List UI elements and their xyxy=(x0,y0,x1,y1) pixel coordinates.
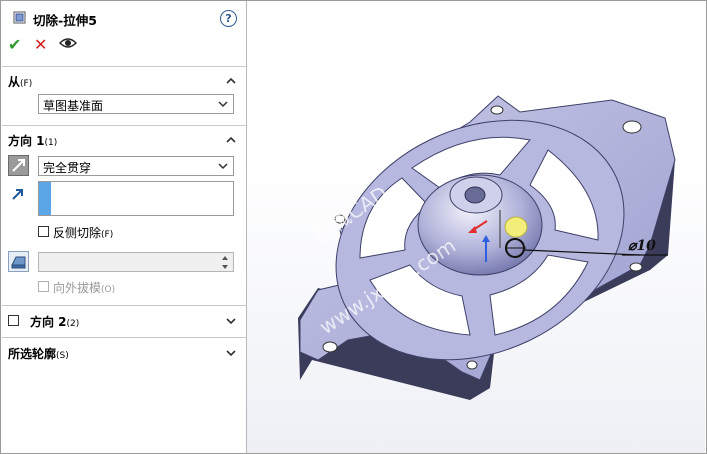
from-select[interactable]: 草图基准面 xyxy=(38,94,234,114)
draft-outward-checkbox[interactable] xyxy=(38,281,49,292)
direction2-checkbox[interactable] xyxy=(8,315,19,326)
chevron-up-icon[interactable] xyxy=(225,75,237,87)
bolt-hole xyxy=(622,120,642,134)
from-shortcut: (F) xyxy=(20,79,33,89)
cut-extrude-icon xyxy=(13,11,26,24)
spin-up-icon[interactable] xyxy=(218,254,232,262)
draft-angle-field[interactable] xyxy=(38,252,234,272)
direction2-shortcut: (2) xyxy=(66,319,80,329)
cancel-button[interactable]: ✕ xyxy=(34,35,47,54)
preview-eye-icon[interactable] xyxy=(59,37,77,49)
end-condition-value: 完全贯穿 xyxy=(43,161,92,175)
ok-button[interactable]: ✔ xyxy=(8,35,21,54)
direction-vector-field[interactable] xyxy=(38,181,234,216)
chevron-down-icon xyxy=(218,101,228,108)
draft-icon[interactable] xyxy=(8,251,29,272)
bolt-hole xyxy=(322,341,338,353)
selected-contours-title: 所选轮廓 xyxy=(8,347,57,361)
selected-contours-section-header[interactable]: 所选轮廓(S) xyxy=(8,345,69,362)
chevron-down-icon xyxy=(218,163,228,170)
divider xyxy=(2,125,246,126)
active-selection-bar xyxy=(39,182,51,215)
draft-outward-text: 向外拔模 xyxy=(53,281,102,295)
direction1-section-header[interactable]: 方向 1(1) xyxy=(8,132,57,149)
direction-arrow-icon xyxy=(12,189,23,200)
draft-outward-shortcut: (O) xyxy=(101,285,116,295)
chevron-down-icon[interactable] xyxy=(225,315,237,327)
sketch-preview xyxy=(504,216,528,238)
flip-cut-text: 反侧切除 xyxy=(53,226,102,240)
direction2-title: 方向 2 xyxy=(30,315,67,329)
spin-down-icon[interactable] xyxy=(218,263,232,271)
divider xyxy=(2,305,246,306)
direction1-shortcut: (1) xyxy=(44,138,58,148)
boss-hole xyxy=(464,186,486,204)
reverse-direction-icon[interactable] xyxy=(8,155,29,176)
chevron-down-icon[interactable] xyxy=(225,347,237,359)
draft-outward-label: 向外拔模(O) xyxy=(53,279,115,296)
selected-contours-shortcut: (S) xyxy=(56,351,69,361)
divider xyxy=(2,66,246,67)
feature-title: 切除-拉伸5 xyxy=(33,13,97,28)
dimension-label[interactable]: ⌀10 xyxy=(628,238,656,254)
direction2-section-header[interactable]: 方向 2(2) xyxy=(30,313,79,330)
from-section-header[interactable]: 从(F) xyxy=(8,73,32,90)
chevron-up-icon[interactable] xyxy=(225,134,237,146)
flip-cut-checkbox[interactable] xyxy=(38,226,49,237)
bolt-hole xyxy=(490,105,504,115)
flip-cut-shortcut: (F) xyxy=(101,230,114,240)
property-manager: 切除-拉伸5 ? ✔ ✕ 从(F) 草图基准面 方向 1(1) 完全贯穿 反侧切… xyxy=(1,1,246,453)
bolt-hole xyxy=(629,262,643,272)
divider xyxy=(2,337,246,338)
flip-cut-label: 反侧切除(F) xyxy=(53,224,113,241)
bolt-hole xyxy=(466,360,478,370)
from-select-value: 草图基准面 xyxy=(43,99,104,113)
from-title: 从 xyxy=(8,75,21,89)
end-condition-select[interactable]: 完全贯穿 xyxy=(38,156,234,176)
help-icon[interactable]: ? xyxy=(220,10,237,27)
direction1-title: 方向 1 xyxy=(8,134,45,148)
graphics-viewport[interactable]: ⌀10 机械CAD www.jxage.com xyxy=(247,1,705,453)
